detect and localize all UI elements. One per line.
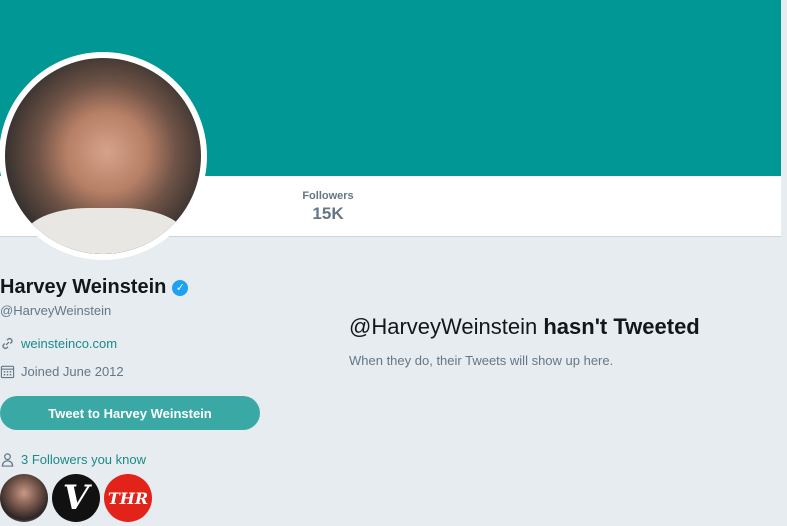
- profile-joined-date: Joined June 2012: [21, 364, 124, 379]
- profile-website-link[interactable]: weinsteinco.com: [21, 336, 117, 351]
- follower-avatar-1[interactable]: [0, 474, 48, 522]
- thr-logo-text: THR: [107, 488, 149, 508]
- profile-avatar-ring: [0, 52, 207, 260]
- empty-timeline-subtitle: When they do, their Tweets will show up …: [349, 353, 614, 368]
- followers-count: 15K: [312, 204, 344, 223]
- followers-stat[interactable]: Followers 15K: [298, 190, 358, 224]
- tweet-to-button[interactable]: Tweet to Harvey Weinstein: [0, 396, 260, 430]
- follower-avatar-thr-logo[interactable]: THR: [104, 474, 152, 522]
- calendar-icon: [0, 365, 15, 379]
- profile-handle[interactable]: @HarveyWeinstein: [0, 303, 111, 318]
- profile-name-text: Harvey Weinstein: [0, 276, 167, 298]
- follower-avatar-v-logo[interactable]: V: [52, 474, 100, 522]
- link-icon: [2, 338, 13, 349]
- followers-you-know-link[interactable]: 3 Followers you know: [0, 452, 146, 467]
- profile-website-row: weinsteinco.com: [0, 336, 117, 351]
- empty-timeline-title: @HarveyWeinstein hasn't Tweeted: [349, 314, 700, 340]
- profile-name: Harvey Weinstein ✓: [0, 276, 189, 299]
- profile-joined-row: Joined June 2012: [0, 364, 124, 379]
- v-logo-text: V: [62, 478, 90, 518]
- profile-avatar[interactable]: [5, 58, 201, 254]
- avatar-shirt: [25, 208, 185, 254]
- person-icon: [1, 453, 14, 467]
- empty-timeline-handle: @HarveyWeinstein: [349, 314, 538, 339]
- verified-badge-icon: ✓: [172, 279, 189, 296]
- followers-you-know-avatars: V THR: [0, 474, 152, 522]
- empty-timeline-suffix: hasn't Tweeted: [543, 314, 700, 339]
- followers-you-know-label: 3 Followers you know: [21, 452, 146, 467]
- followers-label: Followers: [302, 190, 354, 202]
